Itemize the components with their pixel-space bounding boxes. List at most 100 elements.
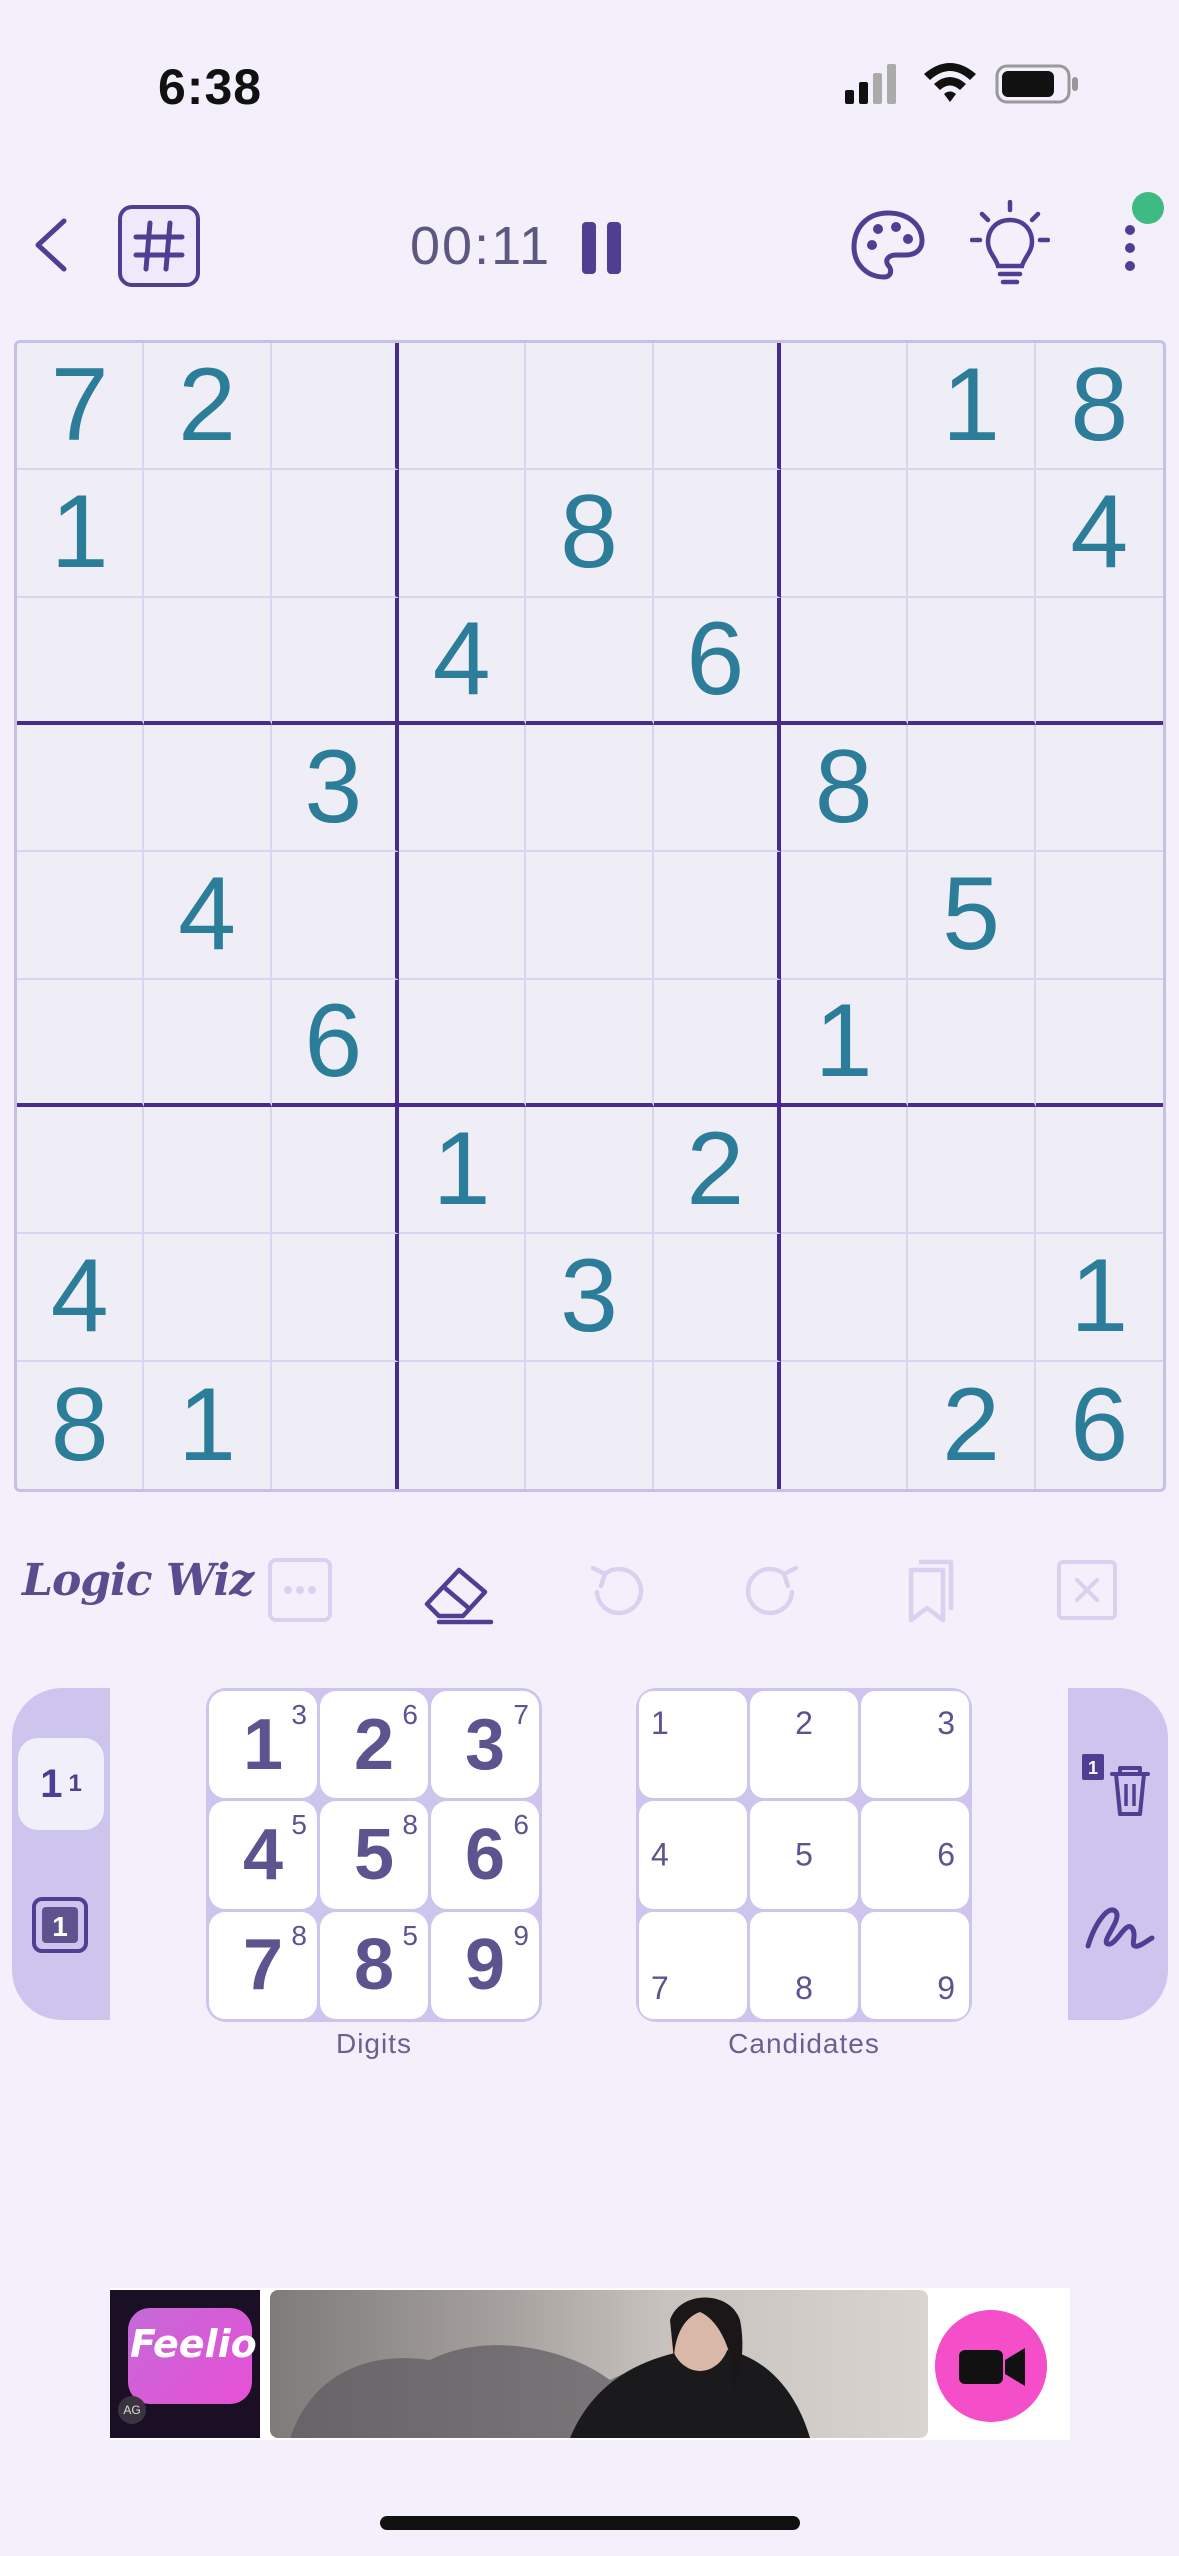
hint-lightbulb-button[interactable] [970, 200, 1050, 290]
board-cell[interactable] [17, 852, 145, 980]
board-cell[interactable]: 6 [271, 979, 399, 1107]
board-cell[interactable] [17, 597, 145, 725]
candidate-key-9[interactable]: 9 [861, 1911, 969, 2019]
digit-key-9[interactable]: 99 [431, 1911, 539, 2019]
board-cell[interactable] [271, 1234, 399, 1362]
board-cell[interactable] [144, 1234, 272, 1362]
board-cell[interactable]: 5 [908, 852, 1036, 980]
board-cell[interactable] [526, 597, 654, 725]
board-cell[interactable] [908, 597, 1036, 725]
board-cell[interactable] [653, 852, 781, 980]
board-cell[interactable] [271, 852, 399, 980]
candidate-key-5[interactable]: 5 [750, 1801, 858, 1909]
board-cell[interactable] [399, 470, 527, 598]
board-cell[interactable] [399, 343, 527, 471]
board-cell[interactable] [908, 1234, 1036, 1362]
board-cell[interactable]: 8 [781, 725, 909, 853]
board-cell[interactable] [908, 725, 1036, 853]
board-cell[interactable] [399, 725, 527, 853]
board-cell[interactable] [526, 343, 654, 471]
board-cell[interactable] [144, 979, 272, 1107]
board-cell[interactable] [399, 1234, 527, 1362]
board-cell[interactable] [1035, 1107, 1163, 1235]
board-cell[interactable] [1035, 598, 1163, 725]
board-cell[interactable] [144, 1107, 272, 1235]
board-cell[interactable]: 8 [1035, 343, 1163, 471]
sudoku-board[interactable]: 721818446384561124318126 [14, 340, 1166, 1492]
board-cell[interactable] [653, 343, 781, 471]
board-cell[interactable]: 1 [399, 1107, 527, 1235]
board-cell[interactable]: 2 [908, 1361, 1036, 1489]
eraser-button[interactable] [415, 1548, 499, 1632]
video-call-icon[interactable] [935, 2310, 1047, 2422]
board-cell[interactable]: 7 [17, 343, 145, 471]
candidate-key-3[interactable]: 3 [861, 1691, 969, 1799]
board-cell[interactable] [526, 1361, 654, 1489]
undo-button[interactable] [575, 1548, 659, 1632]
board-cell[interactable] [144, 725, 272, 853]
board-cell[interactable] [17, 725, 145, 853]
candidate-key-7[interactable]: 7 [639, 1911, 747, 2019]
normal-mode-button[interactable]: 11 [18, 1738, 104, 1830]
redo-button[interactable] [730, 1548, 814, 1632]
board-cell[interactable] [271, 470, 399, 598]
candidate-key-6[interactable]: 6 [861, 1801, 969, 1909]
board-cell[interactable] [653, 725, 781, 853]
board-cell[interactable] [908, 1107, 1036, 1235]
board-cell[interactable]: 2 [144, 343, 272, 471]
board-cell[interactable] [781, 597, 909, 725]
board-cell[interactable] [781, 470, 909, 598]
board-cell[interactable]: 4 [399, 597, 527, 725]
digit-key-8[interactable]: 85 [320, 1911, 428, 2019]
digit-key-5[interactable]: 58 [320, 1801, 428, 1909]
board-cell[interactable]: 8 [17, 1361, 145, 1489]
board-cell[interactable] [526, 1107, 654, 1235]
ad-photo[interactable] [270, 2290, 928, 2438]
board-cell[interactable] [144, 470, 272, 598]
board-cell[interactable] [781, 1361, 909, 1489]
digit-key-7[interactable]: 78 [209, 1911, 317, 2019]
candidate-key-1[interactable]: 1 [639, 1691, 747, 1799]
digit-key-3[interactable]: 37 [431, 1691, 539, 1799]
board-cell[interactable] [17, 979, 145, 1107]
copy-notes-button[interactable] [885, 1548, 969, 1632]
board-cell[interactable]: 4 [17, 1234, 145, 1362]
board-cell[interactable] [144, 597, 272, 725]
puzzle-menu-button[interactable] [118, 205, 200, 287]
board-cell[interactable]: 1 [144, 1361, 272, 1489]
board-cell[interactable] [526, 725, 654, 853]
board-cell[interactable]: 8 [526, 470, 654, 598]
candidate-key-8[interactable]: 8 [750, 1911, 858, 2019]
digit-key-4[interactable]: 45 [209, 1801, 317, 1909]
clear-cell-button[interactable] [1045, 1548, 1129, 1632]
candidate-key-2[interactable]: 2 [750, 1691, 858, 1799]
boxed-number-mode-button[interactable]: 1 [30, 1895, 90, 1955]
board-cell[interactable] [399, 852, 527, 980]
digit-key-1[interactable]: 13 [209, 1691, 317, 1799]
candidate-key-4[interactable]: 4 [639, 1801, 747, 1909]
board-cell[interactable] [781, 1234, 909, 1362]
board-cell[interactable] [653, 470, 781, 598]
board-cell[interactable] [271, 597, 399, 725]
digit-key-6[interactable]: 66 [431, 1801, 539, 1909]
board-cell[interactable] [271, 343, 399, 471]
board-cell[interactable] [526, 979, 654, 1107]
digit-key-2[interactable]: 26 [320, 1691, 428, 1799]
more-tools-button[interactable] [258, 1548, 342, 1632]
board-cell[interactable]: 1 [1035, 1234, 1163, 1362]
board-cell[interactable] [653, 1234, 781, 1362]
board-cell[interactable] [17, 1107, 145, 1235]
board-cell[interactable] [781, 852, 909, 980]
board-cell[interactable] [1035, 980, 1163, 1107]
board-cell[interactable] [1035, 725, 1163, 853]
palette-theme-button[interactable] [848, 205, 928, 285]
board-cell[interactable]: 1 [17, 470, 145, 598]
board-cell[interactable] [654, 1361, 781, 1489]
board-cell[interactable] [272, 1361, 399, 1489]
board-cell[interactable] [1035, 852, 1163, 980]
board-cell[interactable]: 4 [1035, 470, 1163, 598]
board-cell[interactable] [908, 470, 1036, 598]
board-cell[interactable] [399, 1361, 527, 1489]
board-cell[interactable]: 6 [1036, 1362, 1163, 1489]
board-cell[interactable] [781, 343, 909, 471]
